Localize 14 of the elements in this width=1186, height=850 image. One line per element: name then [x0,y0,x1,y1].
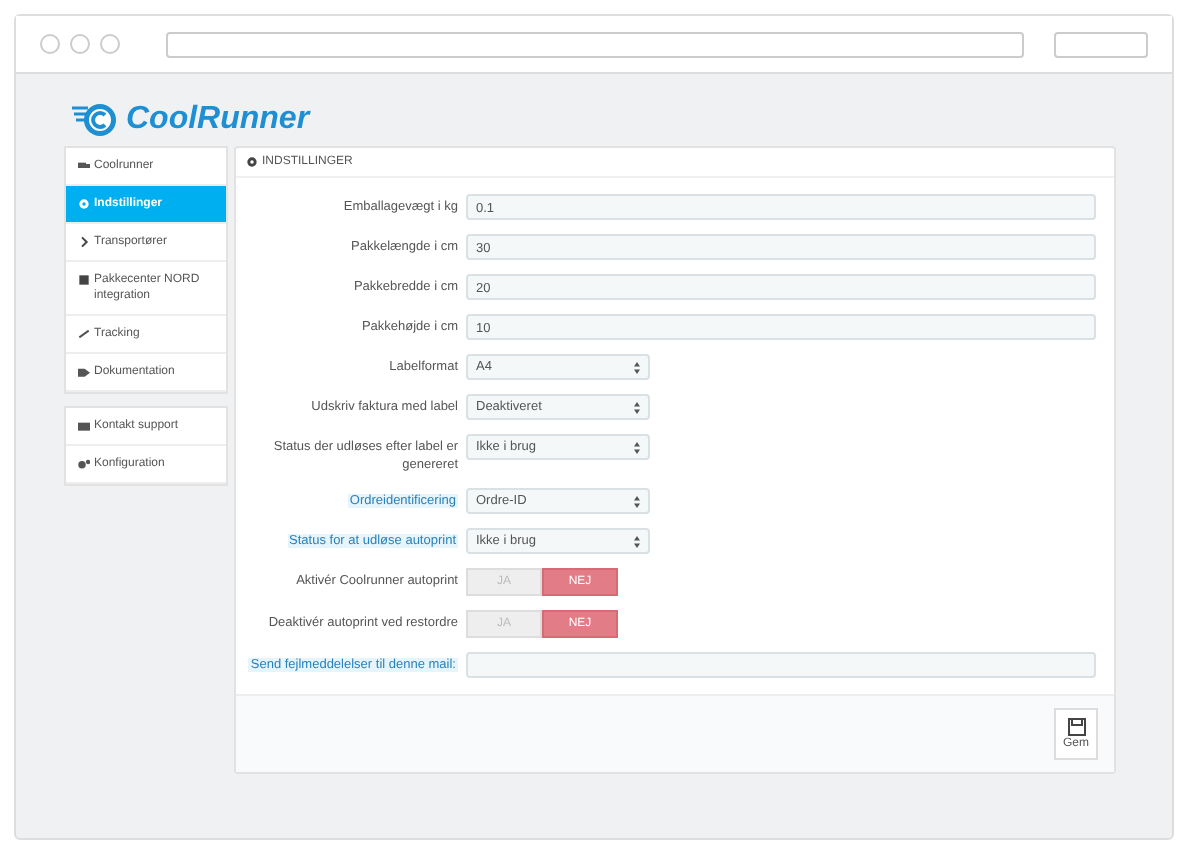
logo-icon [72,102,120,138]
gear-icon [78,198,90,210]
caret-icon [634,401,640,413]
tags-icon [78,366,90,378]
browser-button[interactable] [1054,31,1148,57]
caret-icon [634,535,640,547]
caret-icon [634,441,640,453]
text-field[interactable] [466,652,1096,678]
gear-icon [246,156,258,168]
address-bar[interactable] [166,31,1024,57]
logo-text: CoolRunner [126,102,310,138]
caret-icon [634,495,640,507]
chevron-icon [78,236,90,248]
caret-icon [634,361,640,373]
